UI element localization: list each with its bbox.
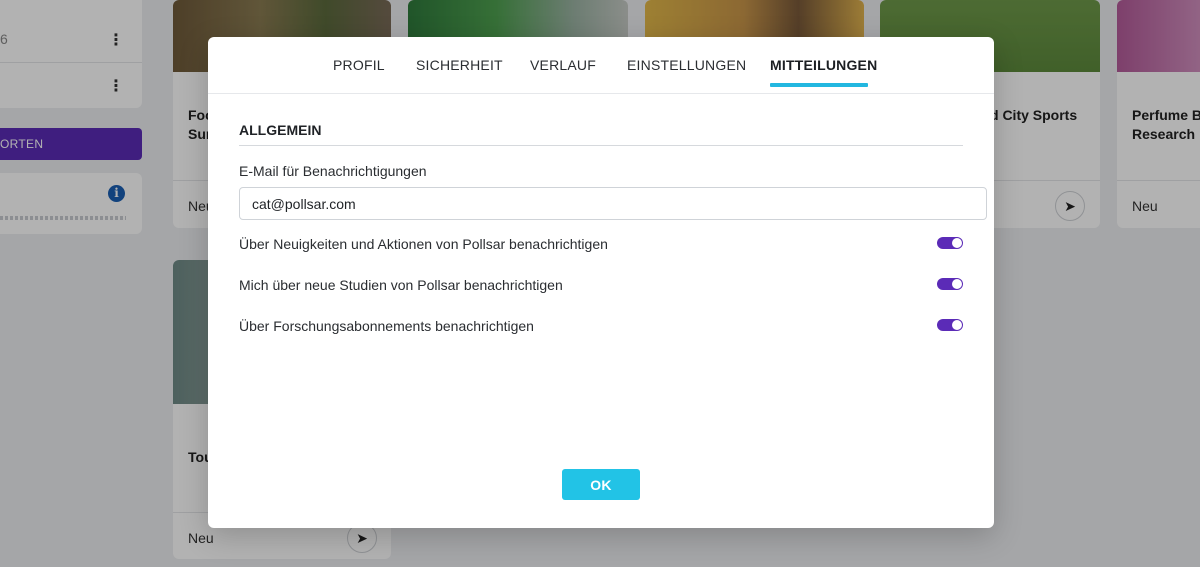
toggle-row-news: Über Neuigkeiten und Aktionen von Pollsa…: [239, 235, 963, 255]
tab-sicherheit[interactable]: SICHERHEIT: [416, 57, 503, 73]
studies-toggle[interactable]: [937, 278, 963, 290]
toggle-knob: [952, 238, 962, 248]
active-tab-indicator: [770, 83, 868, 87]
settings-modal: PROFIL SICHERHEIT VERLAUF EINSTELLUNGEN …: [208, 37, 994, 528]
toggle-row-studies: Mich über neue Studien von Pollsar benac…: [239, 276, 963, 296]
toggle-knob: [952, 279, 962, 289]
email-field[interactable]: [239, 187, 987, 220]
tab-verlauf[interactable]: VERLAUF: [530, 57, 596, 73]
subscriptions-toggle[interactable]: [937, 319, 963, 331]
tab-mitteilungen[interactable]: MITTEILUNGEN: [770, 57, 877, 73]
toggle-row-subscriptions: Über Forschungsabonnements benachrichtig…: [239, 317, 963, 337]
ok-button[interactable]: OK: [562, 469, 640, 500]
email-field-label: E-Mail für Benachrichtigungen: [239, 163, 427, 179]
toggle-knob: [952, 320, 962, 330]
tab-einstellungen[interactable]: EINSTELLUNGEN: [627, 57, 746, 73]
tab-bar: PROFIL SICHERHEIT VERLAUF EINSTELLUNGEN …: [208, 37, 994, 94]
section-divider: [239, 145, 963, 146]
tab-profil[interactable]: PROFIL: [333, 57, 385, 73]
toggle-label: Über Neuigkeiten und Aktionen von Pollsa…: [239, 236, 608, 252]
section-title: ALLGEMEIN: [239, 122, 322, 138]
news-toggle[interactable]: [937, 237, 963, 249]
toggle-label: Mich über neue Studien von Pollsar benac…: [239, 277, 563, 293]
toggle-label: Über Forschungsabonnements benachrichtig…: [239, 318, 534, 334]
